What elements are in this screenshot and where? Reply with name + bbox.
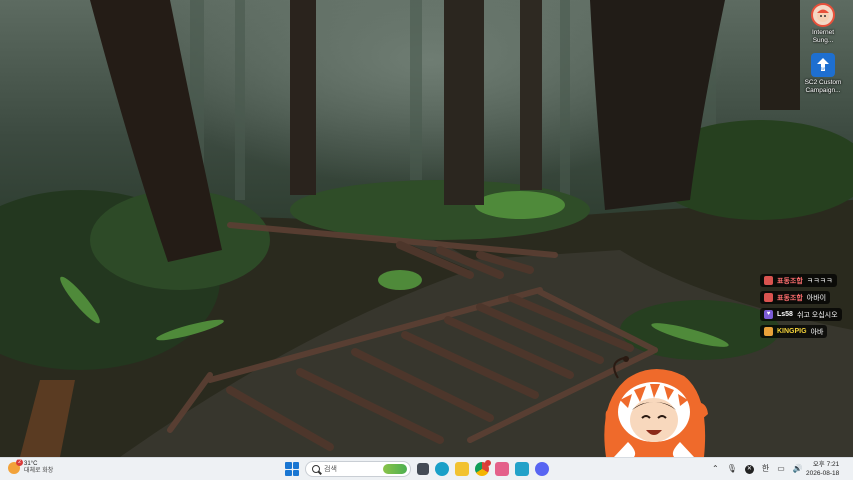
desktop-shortcut-label: SC2 Custom Campaign... — [804, 79, 842, 94]
chat-text: 쉬고 오십시오 — [796, 311, 838, 319]
notification-badge: 2 — [16, 459, 23, 466]
anglerfish-mascot-overlay — [598, 356, 710, 457]
chevron-up-icon[interactable]: ⌃ — [712, 462, 719, 476]
chat-badge-icon — [764, 276, 773, 285]
desktop-wallpaper — [0, 0, 853, 457]
chat-message: 표동조합 ㅋㅋㅋㅋ — [760, 274, 837, 287]
sun-weather-icon: 2 — [8, 459, 23, 474]
chat-message: ♥ Ls58 쉬고 오십시오 — [760, 308, 842, 321]
browser-avatar-icon — [811, 3, 835, 27]
chat-text: ㅋㅋㅋㅋ — [806, 277, 833, 285]
chat-message: 표동조합 아바이 — [760, 291, 831, 304]
taskbar-center: 검색 — [285, 460, 549, 478]
svg-text:ZIP: ZIP — [820, 66, 827, 71]
chat-text: 아바 — [810, 328, 824, 336]
clock-date: 2026-08-18 — [806, 470, 840, 477]
discord-icon[interactable] — [535, 462, 549, 476]
taskbar-clock[interactable]: 오후 7:21 2026-08-18 — [806, 460, 839, 478]
close-circle-icon[interactable]: ✕ — [744, 464, 754, 474]
taskbar-search-box[interactable]: 검색 — [305, 461, 411, 477]
search-highlight-icon — [383, 464, 407, 474]
task-view-icon[interactable] — [417, 463, 429, 475]
notification-dot — [485, 460, 491, 466]
zip-archive-icon: ZIP — [811, 53, 835, 77]
chat-username: Ls58 — [777, 311, 793, 318]
chat-username: 표동조합 — [777, 277, 803, 285]
desktop-shortcut-sc2-zip[interactable]: ZIP SC2 Custom Campaign... — [801, 53, 845, 95]
search-icon — [312, 465, 320, 473]
heart-badge-icon: ♥ — [764, 310, 773, 319]
display-icon[interactable]: ▭ — [777, 462, 785, 476]
chat-text: 아바이 — [806, 294, 827, 302]
microphone-icon[interactable]: 🎙 — [727, 462, 737, 476]
volume-icon[interactable]: 🔊 — [793, 462, 803, 476]
windows-start-icon[interactable] — [285, 462, 299, 476]
app-doc-icon[interactable] — [515, 462, 529, 476]
weather-widget[interactable]: 2 31°C 대체로 화창 — [8, 459, 54, 475]
desktop-shortcut-label: Internet Sung... — [811, 29, 835, 44]
forest-stairs-scene — [0, 0, 853, 457]
subscriber-badge-icon — [764, 327, 773, 336]
chat-badge-icon — [764, 293, 773, 302]
file-explorer-icon[interactable] — [455, 462, 469, 476]
app-pink-icon[interactable] — [495, 462, 509, 476]
chat-username: 표동조합 — [777, 294, 803, 302]
weather-temperature: 31°C — [24, 461, 38, 467]
search-placeholder: 검색 — [324, 466, 337, 473]
stream-chat-overlay: 표동조합 ㅋㅋㅋㅋ 표동조합 아바이 ♥ Ls58 쉬고 오십시오 KINGPI… — [760, 274, 842, 338]
chat-username: KINGPIG — [777, 328, 807, 335]
edge-browser-icon[interactable] — [435, 462, 449, 476]
system-tray: ⌃ 🎙 ✕ 한 ▭ 🔊 — [712, 462, 803, 476]
weather-description: 대체로 화창 — [24, 468, 54, 474]
chrome-icon[interactable] — [475, 460, 491, 476]
chat-message: KINGPIG 아바 — [760, 325, 828, 338]
taskbar: 2 31°C 대체로 화창 검색 ⌃ 🎙 ✕ 한 ▭ 🔊 오후 7:21 202… — [0, 457, 853, 480]
clock-time: 오후 7:21 — [812, 461, 840, 468]
input-language-indicator[interactable]: 한 — [762, 462, 769, 476]
desktop-shortcut-internet[interactable]: Internet Sung... — [801, 3, 845, 45]
